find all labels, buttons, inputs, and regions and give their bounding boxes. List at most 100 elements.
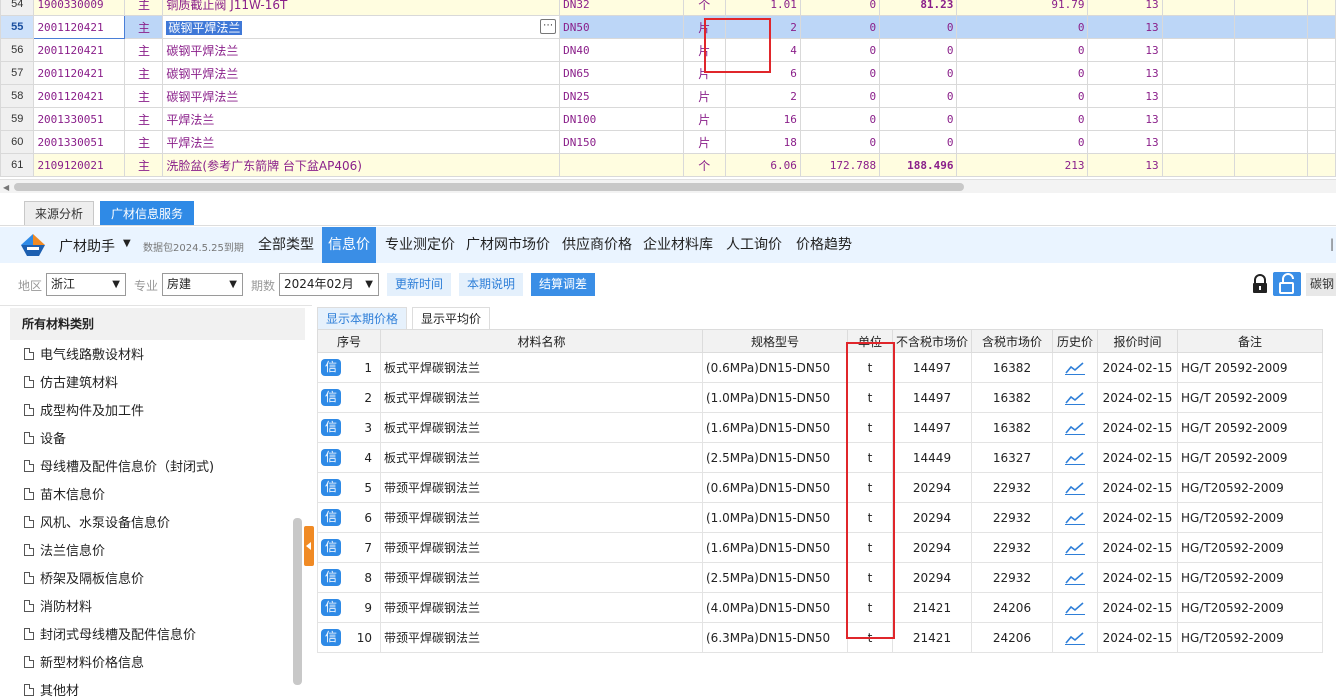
note-cell[interactable]: HG/T20592-2009	[1177, 502, 1323, 533]
price-ex-tax-cell[interactable]: 20294	[892, 532, 972, 563]
quantity-cell[interactable]: 2	[724, 15, 801, 39]
price-in-tax-cell[interactable]: 16382	[971, 412, 1053, 443]
sheet-row[interactable]: 59 2001330051 主平焊法兰 DN100 片 16 0 0 0 13	[0, 107, 1336, 131]
price-cell[interactable]: 0	[799, 0, 881, 16]
material-kind-cell[interactable]: 主	[124, 15, 164, 39]
tab-guangcai-service[interactable]: 广材信息服务	[100, 201, 195, 225]
empty-cell[interactable]	[1234, 84, 1309, 108]
category-item[interactable]: 母线槽及配件信息价（封闭式)	[24, 456, 214, 476]
note-cell[interactable]: HG/T 20592-2009	[1177, 412, 1323, 443]
lock-icon[interactable]	[1251, 274, 1269, 294]
spec-cell[interactable]: (1.0MPa)DN15-DN50	[702, 502, 848, 533]
material-name-cell[interactable]: 平焊法兰	[162, 130, 561, 154]
category-item[interactable]: 封闭式母线槽及配件信息价	[24, 624, 196, 644]
info-price-badge[interactable]: 信	[321, 389, 341, 406]
row-number[interactable]: 61	[0, 153, 35, 177]
spec-cell[interactable]: DN40	[559, 38, 684, 62]
spec-cell[interactable]: DN100	[559, 107, 684, 131]
major-select[interactable]: 房建 ▼	[162, 273, 243, 296]
material-name-cell[interactable]: 铜质截止阀 J11W-16T	[162, 0, 561, 16]
price-in-tax-cell[interactable]: 22932	[971, 472, 1053, 503]
quote-date-cell[interactable]: 2024-02-15	[1097, 352, 1178, 383]
price-ex-tax-cell[interactable]: 20294	[892, 562, 972, 593]
empty-cell[interactable]	[1161, 153, 1236, 177]
nav-all-types[interactable]: 全部类型	[254, 227, 318, 263]
update-time-button[interactable]: 更新时间	[387, 273, 452, 296]
info-price-badge[interactable]: 信	[321, 629, 341, 646]
price-ex-tax-cell[interactable]: 20294	[892, 472, 972, 503]
category-item[interactable]: 消防材料	[24, 596, 92, 616]
spec-cell[interactable]: DN25	[559, 84, 684, 108]
category-item[interactable]: 仿古建筑材料	[24, 372, 118, 392]
price-row[interactable]: 信 3 板式平焊碳钢法兰 (1.6MPa)DN15-DN50 t 14497 16382 20…	[317, 412, 1323, 443]
trend-chart-icon[interactable]	[1065, 360, 1085, 375]
sheet-row[interactable]: 60 2001330051 主平焊法兰 DN150 片 18 0 0 0 13	[0, 130, 1336, 154]
unit-cell[interactable]: t	[847, 562, 893, 593]
material-name-cell[interactable]: 平焊法兰	[162, 107, 561, 131]
spec-cell[interactable]	[559, 153, 684, 177]
quantity-cell[interactable]: 18	[724, 130, 801, 154]
history-price-cell[interactable]	[1052, 622, 1098, 653]
material-kind-cell[interactable]: 主	[124, 130, 164, 154]
empty-cell[interactable]	[1161, 84, 1236, 108]
price-cell[interactable]: 0	[799, 38, 881, 62]
empty-cell[interactable]	[1161, 15, 1236, 39]
category-item[interactable]: 成型构件及加工件	[24, 400, 144, 420]
spec-cell[interactable]: (1.0MPa)DN15-DN50	[702, 382, 848, 413]
material-code-cell[interactable]: 2001120421	[33, 15, 126, 39]
more-options-button[interactable]: ⋯	[540, 19, 557, 34]
region-select[interactable]: 浙江 ▼	[46, 273, 126, 296]
price-cell[interactable]: 0	[799, 84, 881, 108]
material-name-cell[interactable]: 碳钢平焊法兰	[162, 61, 561, 85]
nav-price-trend[interactable]: 价格趋势	[792, 227, 856, 263]
history-price-cell[interactable]	[1052, 592, 1098, 623]
unlock-icon[interactable]	[1273, 272, 1301, 296]
empty-cell[interactable]	[1234, 0, 1309, 16]
material-code-cell[interactable]: 2001330051	[33, 130, 126, 154]
tab-average-price[interactable]: 显示平均价	[412, 307, 491, 329]
price-row[interactable]: 信 6 带颈平焊碳钢法兰 (1.0MPa)DN15-DN50 t 20294 22932 20…	[317, 502, 1323, 533]
unit-cell[interactable]: 片	[682, 84, 726, 108]
material-name-field[interactable]: 碳钢平	[1306, 273, 1336, 296]
price-cell[interactable]: 0	[799, 61, 881, 85]
quantity-cell[interactable]: 1.01	[724, 0, 801, 16]
material-name-cell[interactable]: 碳钢平焊法兰	[162, 84, 561, 108]
material-kind-cell[interactable]: 主	[124, 61, 164, 85]
empty-cell[interactable]	[1307, 153, 1336, 177]
price-in-tax-cell[interactable]: 22932	[971, 532, 1053, 563]
price-in-tax-cell[interactable]: 22932	[971, 562, 1053, 593]
empty-cell[interactable]	[1307, 38, 1336, 62]
unit-cell[interactable]: t	[847, 352, 893, 383]
material-code-cell[interactable]: 2001120421	[33, 84, 126, 108]
material-name-cell[interactable]: 板式平焊碳钢法兰	[380, 352, 703, 383]
empty-cell[interactable]	[1307, 107, 1336, 131]
period-select[interactable]: 2024年02月 ▼	[279, 273, 379, 296]
info-price-badge[interactable]: 信	[321, 449, 341, 466]
tax-price-cell[interactable]: 0	[956, 38, 1089, 62]
material-name-cell[interactable]: 带颈平焊碳钢法兰	[380, 562, 703, 593]
material-name-cell[interactable]: 碳钢平焊法兰 ⋯	[162, 15, 561, 39]
nav-info-price[interactable]: 信息价	[322, 227, 376, 263]
spec-cell[interactable]: DN65	[559, 61, 684, 85]
note-cell[interactable]: HG/T20592-2009	[1177, 562, 1323, 593]
selected-name-text[interactable]: 碳钢平焊法兰	[166, 20, 243, 35]
collapse-panel-icon[interactable]	[304, 526, 314, 566]
price-cell[interactable]: 172.788	[799, 153, 881, 177]
info-price-badge[interactable]: 信	[321, 539, 341, 556]
empty-cell[interactable]	[1161, 130, 1236, 154]
history-price-cell[interactable]	[1052, 412, 1098, 443]
unit-cell[interactable]: t	[847, 622, 893, 653]
unit-cell[interactable]: t	[847, 382, 893, 413]
unit-cell[interactable]: t	[847, 532, 893, 563]
unit-cell[interactable]: 片	[682, 61, 726, 85]
tax-rate-cell[interactable]: 13	[1087, 61, 1163, 85]
quote-date-cell[interactable]: 2024-02-15	[1097, 442, 1178, 473]
nav-enterprise-library[interactable]: 企业材料库	[639, 227, 717, 263]
material-name-cell[interactable]: 带颈平焊碳钢法兰	[380, 622, 703, 653]
row-number[interactable]: 60	[0, 130, 35, 154]
empty-cell[interactable]	[1307, 0, 1336, 16]
price-in-tax-cell[interactable]: 16382	[971, 352, 1053, 383]
market-price-cell[interactable]: 0	[879, 38, 958, 62]
row-number[interactable]: 54	[0, 0, 35, 16]
nav-professional-price[interactable]: 专业测定价	[381, 227, 459, 263]
